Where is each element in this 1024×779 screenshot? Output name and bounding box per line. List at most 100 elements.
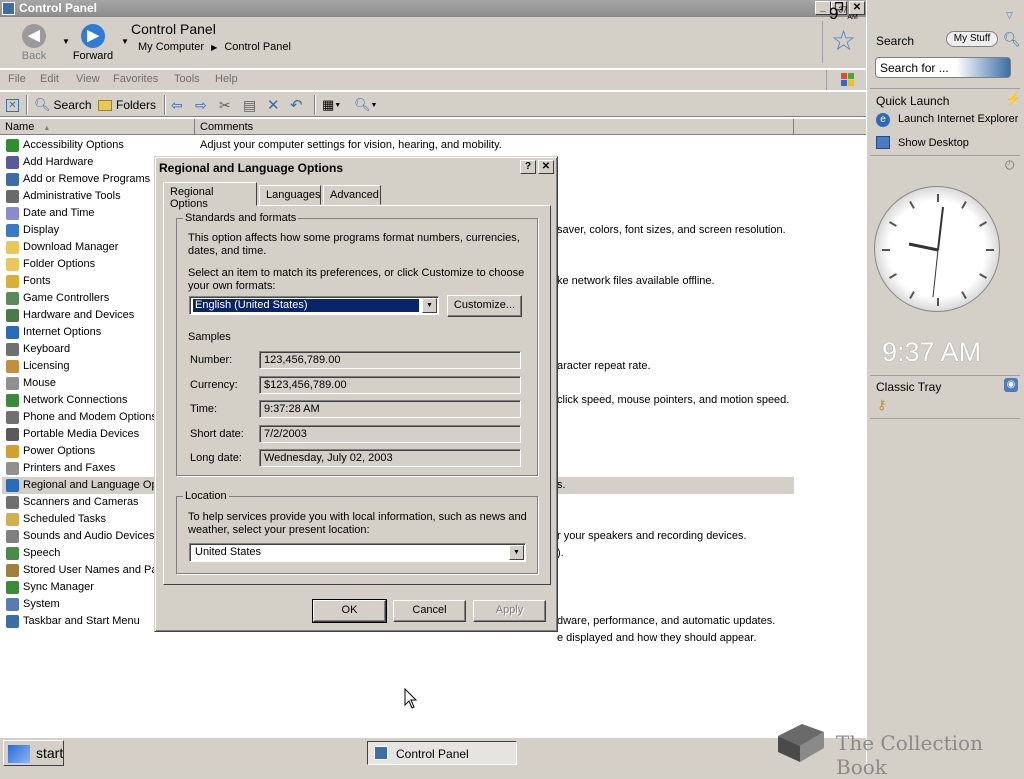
list-item[interactable]: Scheduled Tasks xyxy=(2,511,154,528)
format-select[interactable]: English (United States) ▼ xyxy=(189,296,439,315)
stop-icon[interactable]: ✕ xyxy=(6,96,19,114)
delete-icon[interactable]: ✕ xyxy=(267,96,280,114)
sample-label: Currency: xyxy=(190,378,238,391)
list-item[interactable]: Keyboard xyxy=(2,341,154,358)
show-desktop-link[interactable]: Show Desktop xyxy=(898,137,969,149)
tray-clock-ampm: AM xyxy=(847,14,858,21)
move-to-icon[interactable]: ⇦ xyxy=(171,96,183,114)
window-titlebar[interactable]: Control Panel _ ❐ ✕ xyxy=(0,0,866,17)
list-item[interactable]: System xyxy=(2,596,154,613)
menu-edit[interactable]: Edit xyxy=(40,73,59,85)
favorites-star-icon[interactable]: ☆ xyxy=(822,21,864,63)
sort-ascending-icon: ▲ xyxy=(43,125,51,132)
item-icon xyxy=(6,360,19,373)
list-item[interactable]: Download Manager xyxy=(2,239,154,256)
apply-button[interactable]: Apply xyxy=(473,600,546,622)
list-item[interactable]: Fonts xyxy=(2,273,154,290)
dialog-titlebar[interactable]: Regional and Language Options ? ✕ xyxy=(157,159,555,177)
zoom-icon[interactable]: 🔍︎ ▼ xyxy=(354,96,377,114)
list-item[interactable]: Sync Manager xyxy=(2,579,154,596)
list-item[interactable]: Phone and Modem Options xyxy=(2,409,154,426)
item-icon xyxy=(6,411,19,424)
list-item-label: Add Hardware xyxy=(23,156,94,168)
sidebar-menu-chevron-icon[interactable]: ▽ xyxy=(1006,10,1013,21)
sidebar-search-label: Search xyxy=(876,34,915,48)
list-item[interactable]: Display xyxy=(2,222,154,239)
list-item[interactable]: Printers and Faxes xyxy=(2,460,154,477)
breadcrumb-my-computer[interactable]: My Computer xyxy=(138,41,204,53)
sample-value-field: Wednesday, July 02, 2003 xyxy=(259,449,521,467)
tab-advanced[interactable]: Advanced xyxy=(323,185,381,205)
menu-file[interactable]: File xyxy=(8,73,26,85)
list-item[interactable]: Add or Remove Programs xyxy=(2,171,154,188)
sidebar-divider xyxy=(870,375,1020,376)
list-item[interactable]: Licensing xyxy=(2,358,154,375)
launch-ie-link[interactable]: Launch Internet Explorer xyxy=(898,113,1018,125)
forward-button[interactable]: ▶ Forward xyxy=(67,20,119,66)
list-item[interactable]: Game Controllers xyxy=(2,290,154,307)
list-item[interactable]: Add Hardware xyxy=(2,154,154,171)
list-item[interactable]: Regional and Language Options xyxy=(2,477,154,494)
list-item[interactable]: Portable Media Devices xyxy=(2,426,154,443)
list-item[interactable]: Folder Options xyxy=(2,256,154,273)
taskbar-item-control-panel[interactable]: Control Panel xyxy=(367,741,517,765)
cancel-button[interactable]: Cancel xyxy=(393,600,466,622)
clock-gadget-icon: 🕘︎ xyxy=(1005,158,1015,172)
menu-favorites[interactable]: Favorites xyxy=(113,73,158,85)
list-item[interactable]: Taskbar and Start Menu xyxy=(2,613,154,630)
location-select[interactable]: United States ▼ xyxy=(189,543,526,562)
search-icon[interactable]: 🔍︎ xyxy=(1003,31,1021,48)
copy-to-icon[interactable]: ⇨ xyxy=(195,96,207,114)
ok-button[interactable]: OK xyxy=(312,599,387,623)
tray-clock[interactable]: 937AM xyxy=(829,4,858,24)
back-button[interactable]: ◀ Back xyxy=(8,20,60,66)
list-item[interactable]: Internet Options xyxy=(2,324,154,341)
help-button[interactable]: ? xyxy=(520,160,536,174)
item-icon xyxy=(6,394,19,407)
search-button[interactable]: 🔍︎ Search xyxy=(34,96,92,114)
list-item[interactable]: Date and Time xyxy=(2,205,154,222)
views-icon[interactable]: ▦ ▼ xyxy=(322,96,341,114)
item-icon xyxy=(6,292,19,305)
list-item[interactable]: Hardware and Devices xyxy=(2,307,154,324)
sample-label: Long date: xyxy=(190,452,242,464)
menu-help[interactable]: Help xyxy=(215,73,238,85)
list-item-label: Hardware and Devices xyxy=(23,309,135,321)
customize-button[interactable]: Customize... xyxy=(447,295,522,317)
tab-languages[interactable]: Languages xyxy=(259,185,321,205)
dialog-close-button[interactable]: ✕ xyxy=(538,160,554,174)
search-icon: 🔍︎ xyxy=(34,97,51,112)
forward-dropdown-icon[interactable]: ▼ xyxy=(121,37,129,46)
list-item[interactable]: Mouse xyxy=(2,375,154,392)
list-item[interactable]: Speech xyxy=(2,545,154,562)
chevron-down-icon[interactable]: ▼ xyxy=(509,545,524,560)
list-item[interactable]: Stored User Names and Passwords xyxy=(2,562,154,579)
my-stuff-button[interactable]: My Stuff xyxy=(946,31,998,47)
undo-icon[interactable]: ↶ xyxy=(290,96,303,114)
folders-button[interactable]: Folders xyxy=(98,96,156,114)
column-name[interactable]: Name ▲ xyxy=(0,119,195,135)
list-item-label: Internet Options xyxy=(23,326,102,338)
tray-keys-icon[interactable]: ⚷ xyxy=(877,397,887,413)
list-item[interactable]: Administrative Tools xyxy=(2,188,154,205)
list-item[interactable]: Sounds and Audio Devices xyxy=(2,528,154,545)
chevron-down-icon[interactable]: ▼ xyxy=(422,298,437,313)
tray-settings-icon[interactable]: ◉ xyxy=(1004,378,1018,392)
start-button[interactable]: start xyxy=(3,740,64,766)
menu-view[interactable]: View xyxy=(76,73,100,85)
sidebar-search-input[interactable]: Search for ... xyxy=(875,57,1011,78)
folders-button-label: Folders xyxy=(116,98,157,112)
column-comments[interactable]: Comments xyxy=(195,119,794,135)
list-item-label: Sounds and Audio Devices xyxy=(23,530,154,542)
location-select-value: United States xyxy=(195,546,262,558)
list-item[interactable]: Accessibility Options xyxy=(2,137,154,154)
list-item[interactable]: Network Connections xyxy=(2,392,154,409)
breadcrumb-control-panel[interactable]: Control Panel xyxy=(224,41,291,53)
menu-tools[interactable]: Tools xyxy=(174,73,200,85)
paste-icon[interactable]: ▤ xyxy=(243,96,256,114)
list-item[interactable]: Scanners and Cameras xyxy=(2,494,154,511)
cut-icon[interactable]: ✂ xyxy=(219,96,231,114)
list-item[interactable]: Power Options xyxy=(2,443,154,460)
tab-regional-options[interactable]: Regional Options xyxy=(163,182,257,210)
tab-regional-options-label: Regional Options xyxy=(170,186,214,210)
